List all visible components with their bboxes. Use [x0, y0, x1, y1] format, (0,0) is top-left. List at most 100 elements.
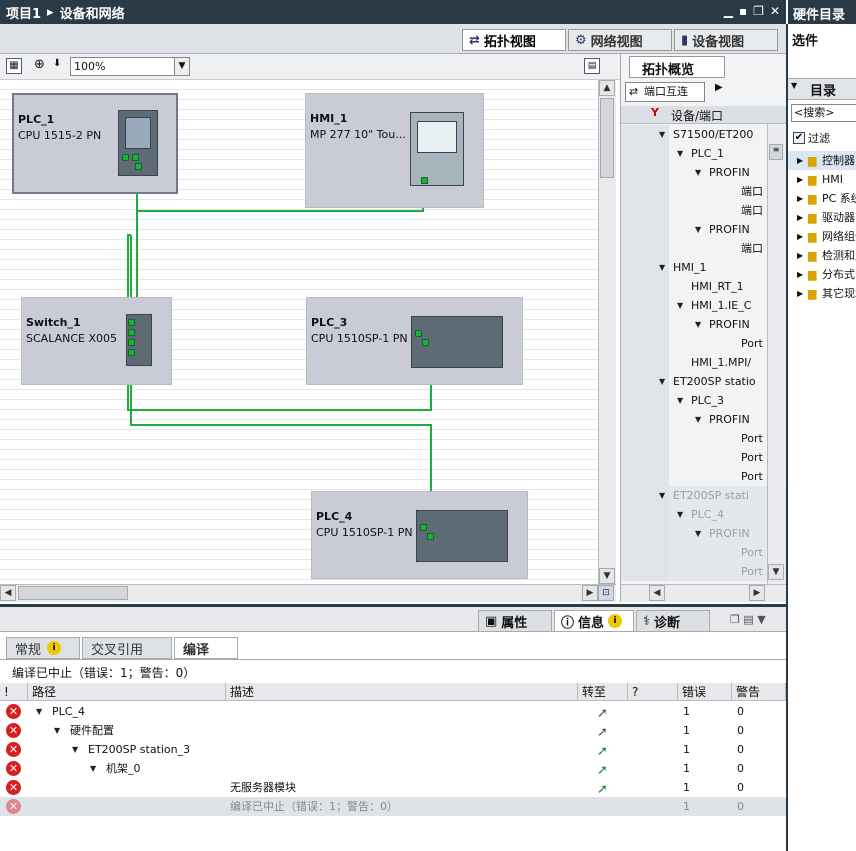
col-path[interactable]: 路径 — [28, 683, 226, 701]
collapse-icon[interactable]: ▼ — [677, 144, 683, 163]
breadcrumb-project[interactable]: 项目1 — [6, 3, 41, 22]
overview-toggle-icon[interactable]: ▤ — [584, 58, 600, 74]
tab-diagnostics[interactable]: ⚕ 诊断 — [636, 610, 710, 632]
overview-row[interactable]: ▼ PROFIN — [621, 220, 786, 239]
message-row[interactable]: ✕ ▼ 机架_0 ➚ 1 0 — [0, 759, 786, 778]
grid-icon[interactable]: ▦ — [6, 58, 22, 74]
overview-row[interactable]: ▼ PROFIN — [621, 410, 786, 429]
zoom-icon[interactable]: ⊕ — [34, 57, 45, 72]
port-icon[interactable] — [122, 154, 129, 161]
expand-icon[interactable]: ▶ — [797, 265, 803, 284]
overview-row[interactable]: Port — [621, 448, 786, 467]
tab-topology-view[interactable]: ⇄ 拓扑视图 — [462, 29, 566, 51]
scroll-up-icon[interactable]: ▲ — [599, 80, 615, 96]
close-icon[interactable]: ✕ — [770, 4, 780, 18]
message-row[interactable]: ✕ ▼ PLC_4 ➚ 1 0 — [0, 702, 786, 721]
overview-row[interactable]: HMI_RT_1 — [621, 277, 786, 296]
topology-canvas[interactable]: PLC_1 CPU 1515-2 PN HMI_1 MP 277 10" Tou… — [0, 80, 598, 584]
device-plc3[interactable]: PLC_3 CPU 1510SP-1 PN — [306, 297, 523, 385]
overview-row[interactable]: Port — [621, 334, 786, 353]
collapse-icon[interactable]: ▼ — [677, 391, 683, 410]
scroll-thumb[interactable]: ≡ — [769, 144, 783, 160]
catalog-item[interactable]: ▶ ▆ 控制器 — [788, 151, 856, 170]
overview-row[interactable]: ▼ HMI_1 — [621, 258, 786, 277]
message-row[interactable]: ✕ ▼ 硬件配置 ➚ 1 0 — [0, 721, 786, 740]
scroll-right-icon[interactable]: ▶ — [582, 585, 598, 601]
restore-icon[interactable]: ▪ — [739, 4, 747, 18]
catalog-item[interactable]: ▶ ▆ 分布式 I/O — [788, 265, 856, 284]
device-switch1[interactable]: Switch_1 SCALANCE X005 — [21, 297, 172, 385]
catalog-item[interactable]: ▶ ▆ HMI — [788, 170, 856, 189]
collapse-icon[interactable]: ▼ — [659, 125, 665, 144]
port-icon[interactable] — [135, 163, 142, 170]
col-goto[interactable]: 转至 — [578, 683, 628, 701]
overview-row[interactable]: 端口 — [621, 239, 786, 258]
port-icon[interactable] — [420, 524, 427, 531]
overview-row[interactable]: ▼ ET200SP statio — [621, 372, 786, 391]
port-icon[interactable] — [128, 329, 135, 336]
expand-icon[interactable]: ▶ — [797, 189, 803, 208]
expand-icon[interactable]: ▶ — [797, 284, 803, 303]
overview-row[interactable]: ▼ ET200SP stati — [621, 486, 786, 505]
expand-right-icon[interactable]: ▶ — [715, 82, 723, 93]
overview-row[interactable]: Port — [621, 467, 786, 486]
overview-row[interactable]: ▼ PLC_1 — [621, 144, 786, 163]
chevron-down-icon[interactable]: ▼ — [174, 58, 189, 75]
overview-row[interactable]: Port — [621, 562, 786, 581]
collapse-icon[interactable]: ▼ — [695, 315, 701, 334]
overview-row[interactable]: HMI_1.MPI/ — [621, 353, 786, 372]
navigate-icon[interactable]: ⊡ — [598, 585, 614, 601]
panel-controls-icon[interactable]: ❐ ▤ ▼ — [730, 613, 766, 626]
collapse-icon[interactable]: ▼ — [695, 163, 701, 182]
col-description[interactable]: 描述 — [226, 683, 578, 701]
expand-icon[interactable]: ▶ — [797, 208, 803, 227]
overview-row[interactable]: 端口 — [621, 201, 786, 220]
canvas-horizontal-scrollbar[interactable]: ◀ ▶ ⊡ — [0, 584, 616, 602]
port-icon[interactable] — [415, 330, 422, 337]
col-help[interactable]: ? — [628, 683, 678, 701]
overview-row[interactable]: Port — [621, 429, 786, 448]
device-plc1[interactable]: PLC_1 CPU 1515-2 PN — [12, 93, 178, 194]
overview-row[interactable]: ▼ PROFIN — [621, 163, 786, 182]
catalog-item[interactable]: ▶ ▆ 其它现场设备 — [788, 284, 856, 303]
zoom-select[interactable]: 100% ▼ — [70, 57, 190, 76]
port-icon[interactable] — [128, 339, 135, 346]
overview-scrollbar[interactable]: ≡ ▼ — [767, 124, 785, 602]
expand-icon[interactable]: ▶ — [797, 170, 803, 189]
float-icon[interactable]: ❐ — [753, 4, 764, 18]
collapse-icon[interactable]: ▼ — [659, 486, 665, 505]
collapse-icon[interactable]: ▼ — [695, 524, 701, 543]
tab-device-view[interactable]: ▮ 设备视图 — [674, 29, 778, 51]
overview-row[interactable]: ▼ PROFIN — [621, 524, 786, 543]
port-icon[interactable] — [128, 319, 135, 326]
subtab-crossref[interactable]: 交叉引用 — [82, 637, 172, 659]
port-icon[interactable] — [132, 154, 139, 161]
scroll-thumb[interactable] — [600, 98, 614, 178]
collapse-icon[interactable]: ▼ — [36, 702, 42, 721]
port-icon[interactable] — [421, 177, 428, 184]
expand-icon[interactable]: ▶ — [797, 227, 803, 246]
catalog-item[interactable]: ▶ ▆ PC 系统 — [788, 189, 856, 208]
collapse-icon[interactable]: ▼ — [90, 759, 96, 778]
overview-row[interactable]: ▼ S71500/ET200 — [621, 125, 786, 144]
collapse-icon[interactable]: ▼ — [695, 410, 701, 429]
filter-icon[interactable]: Y — [651, 106, 659, 119]
tab-info[interactable]: ⓘ 信息 i — [554, 610, 634, 632]
catalog-item[interactable]: ▶ ▆ 驱动器 — [788, 208, 856, 227]
collapse-icon[interactable]: ▼ — [677, 296, 683, 315]
col-warnings[interactable]: 警告 — [732, 683, 786, 701]
collapse-icon[interactable]: ▼ — [677, 505, 683, 524]
col-flag[interactable]: ! — [0, 683, 28, 701]
collapse-icon[interactable]: ▼ — [659, 372, 665, 391]
collapse-icon[interactable]: ▼ — [659, 258, 665, 277]
overview-row[interactable]: ▼ PLC_3 — [621, 391, 786, 410]
zoom-dropdown-icon[interactable]: ⬇ — [53, 58, 61, 69]
port-icon[interactable] — [422, 339, 429, 346]
message-row[interactable]: ✕ ▼ ET200SP station_3 ➚ 1 0 — [0, 740, 786, 759]
overview-row[interactable]: ▼ HMI_1.IE_C — [621, 296, 786, 315]
port-icon[interactable] — [128, 349, 135, 356]
tab-network-view[interactable]: ⚙ 网络视图 — [568, 29, 672, 51]
col-errors[interactable]: 错误 — [678, 683, 732, 701]
overview-hscrollbar[interactable]: ◀ ▶ — [621, 584, 786, 602]
device-hmi1[interactable]: HMI_1 MP 277 10" Tou... — [305, 93, 484, 208]
